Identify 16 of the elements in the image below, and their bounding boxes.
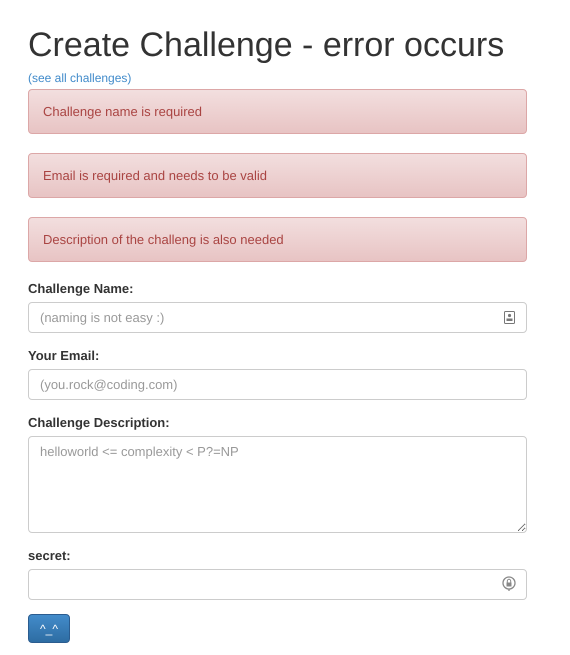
error-alert: Email is required and needs to be valid [28,153,527,198]
page-title: Create Challenge - error occurs [28,25,506,65]
input-field[interactable]: (naming is not easy :) [28,302,527,333]
input-field[interactable] [28,569,527,600]
contact-card-icon [504,311,515,324]
field-label: Your Email: [28,348,100,363]
see-all-link[interactable]: (see all challenges) [28,71,132,86]
lock-icon [502,576,516,592]
field-label: Challenge Description: [28,415,171,430]
field-label: Challenge Name: [28,281,134,296]
text-area[interactable]: helloworld <= complexity < P?=NP [28,436,527,533]
error-alert: Description of the challeng is also needed [28,217,527,262]
input-field[interactable]: (you.rock@coding.com) [28,369,527,400]
submit-button[interactable]: ^_^ [28,614,70,643]
error-alert: Challenge name is required [28,89,527,134]
field-label: secret: [28,548,72,563]
